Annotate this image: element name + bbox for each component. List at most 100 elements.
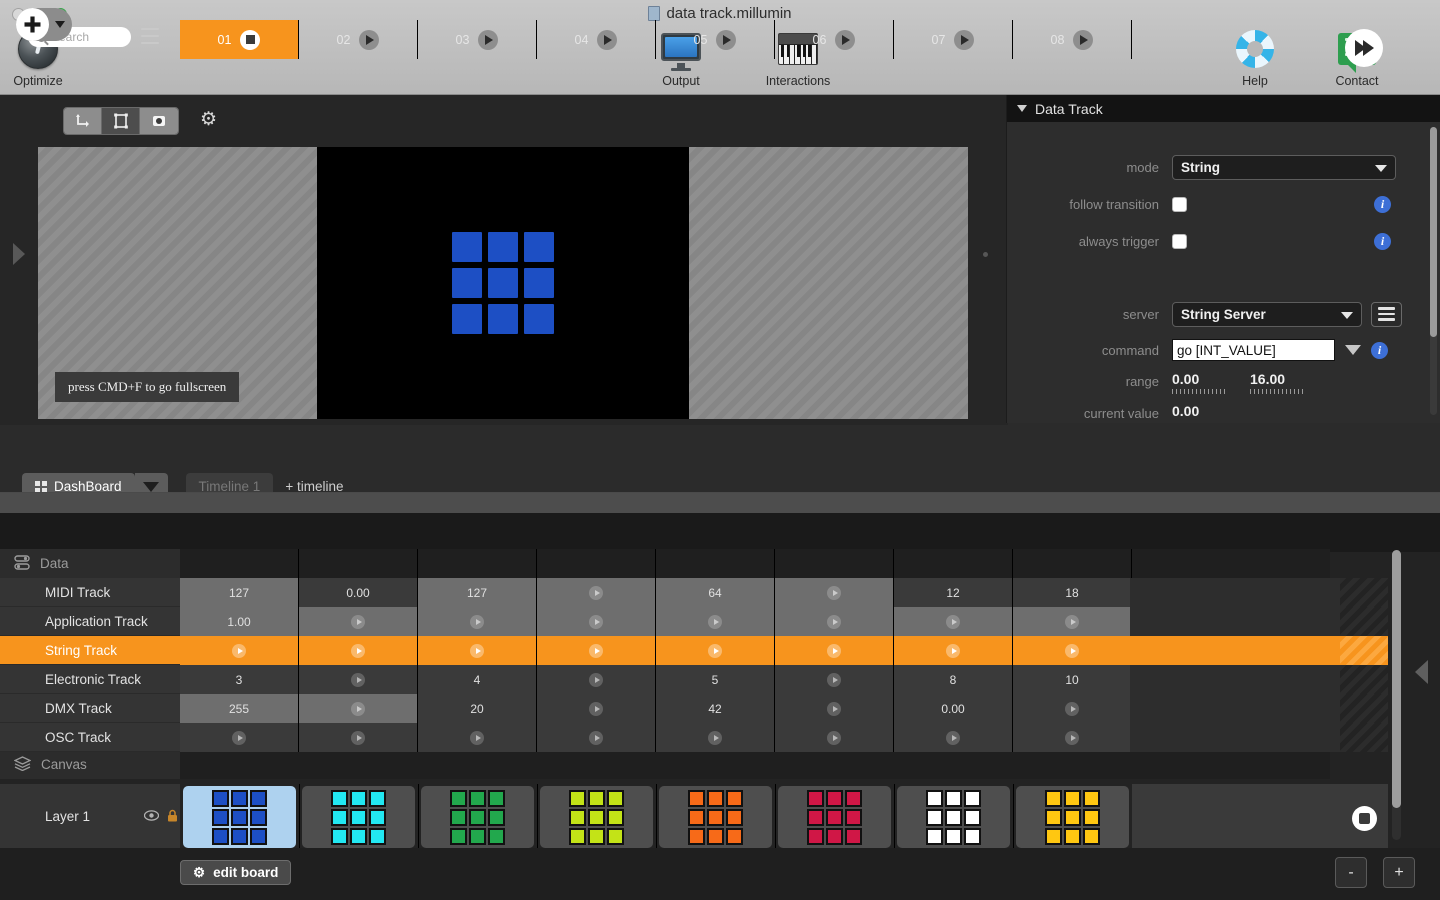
- column-header-01[interactable]: 01: [180, 20, 299, 59]
- board-scroll-thumb[interactable]: [1392, 550, 1401, 808]
- cell-string-track-05[interactable]: [656, 636, 775, 665]
- mask-tool-icon[interactable]: [140, 108, 178, 134]
- cell-midi-track-04[interactable]: [537, 578, 656, 607]
- track-label-midi-track[interactable]: MIDI Track: [0, 578, 180, 607]
- command-dropdown-arrow-icon[interactable]: [1345, 345, 1361, 355]
- column-header-04[interactable]: 04: [537, 20, 656, 59]
- cell-application-track-05[interactable]: [656, 607, 775, 636]
- layer-thumbnail-02[interactable]: [300, 784, 417, 850]
- toolbar-item-help[interactable]: Help: [1200, 28, 1310, 88]
- inspector-header[interactable]: Data Track: [1007, 95, 1440, 122]
- follow-transition-checkbox[interactable]: [1172, 196, 1187, 212]
- cell-electronic-track-06[interactable]: [775, 665, 894, 694]
- cell-osc-track-03[interactable]: [418, 723, 537, 752]
- zoom-in-button[interactable]: +: [1383, 857, 1415, 888]
- column-header-08[interactable]: 08: [1013, 20, 1132, 59]
- cell-application-track-04[interactable]: [537, 607, 656, 636]
- cell-application-track-03[interactable]: [418, 607, 537, 636]
- group-header-data[interactable]: Data: [0, 549, 180, 578]
- cell-string-track-06[interactable]: [775, 636, 894, 665]
- command-input[interactable]: go [INT_VALUE]: [1172, 339, 1335, 361]
- play-icon[interactable]: [954, 29, 975, 50]
- play-icon[interactable]: [1073, 29, 1094, 50]
- board-scrollbar[interactable]: [1392, 550, 1401, 840]
- inspector-scrollbar[interactable]: [1430, 127, 1437, 415]
- layer-thumbnail-01[interactable]: [181, 784, 298, 850]
- track-label-dmx-track[interactable]: DMX Track: [0, 694, 180, 723]
- board-list-menu-icon[interactable]: [141, 28, 159, 44]
- cell-electronic-track-07[interactable]: 8: [894, 665, 1013, 694]
- cell-electronic-track-05[interactable]: 5: [656, 665, 775, 694]
- add-button[interactable]: [16, 8, 72, 41]
- cell-dmx-track-01[interactable]: 255: [180, 694, 299, 723]
- cell-dmx-track-03[interactable]: 20: [418, 694, 537, 723]
- zoom-out-button[interactable]: -: [1335, 857, 1367, 888]
- right-panel-expand-arrow[interactable]: [1415, 660, 1428, 684]
- cell-application-track-02[interactable]: [299, 607, 418, 636]
- cell-dmx-track-08[interactable]: [1013, 694, 1132, 723]
- stop-icon[interactable]: [240, 29, 261, 50]
- record-stop-button[interactable]: [1352, 806, 1377, 831]
- mode-dropdown[interactable]: String: [1172, 154, 1396, 180]
- cell-osc-track-02[interactable]: [299, 723, 418, 752]
- cell-midi-track-08[interactable]: 18: [1013, 578, 1132, 607]
- cell-midi-track-03[interactable]: 127: [418, 578, 537, 607]
- column-header-07[interactable]: 07: [894, 20, 1013, 59]
- layer-row-label[interactable]: Layer 1: [0, 784, 180, 850]
- stage-settings-gear-icon[interactable]: ⚙: [200, 110, 217, 130]
- cell-string-track-03[interactable]: [418, 636, 537, 665]
- play-icon[interactable]: [716, 29, 737, 50]
- cell-electronic-track-01[interactable]: 3: [180, 665, 299, 694]
- transform-tool-icon[interactable]: [64, 108, 102, 134]
- layer-thumbnail-04[interactable]: [538, 784, 655, 850]
- track-label-osc-track[interactable]: OSC Track: [0, 723, 180, 752]
- inspector-scroll-thumb[interactable]: [1430, 127, 1437, 337]
- cell-electronic-track-02[interactable]: [299, 665, 418, 694]
- cell-dmx-track-04[interactable]: [537, 694, 656, 723]
- cell-application-track-01[interactable]: 1.00: [180, 607, 299, 636]
- layer-thumbnail-05[interactable]: [657, 784, 774, 850]
- edit-board-button[interactable]: ⚙ edit board: [180, 860, 292, 885]
- cell-osc-track-07[interactable]: [894, 723, 1013, 752]
- play-icon[interactable]: [478, 29, 499, 50]
- layer-thumbnail-07[interactable]: [895, 784, 1012, 850]
- cell-dmx-track-05[interactable]: 42: [656, 694, 775, 723]
- cell-string-track-02[interactable]: [299, 636, 418, 665]
- chevron-down-icon[interactable]: [55, 21, 65, 28]
- crop-tool-icon[interactable]: [102, 108, 140, 134]
- cell-electronic-track-03[interactable]: 4: [418, 665, 537, 694]
- info-icon[interactable]: i: [1371, 341, 1388, 359]
- cell-dmx-track-06[interactable]: [775, 694, 894, 723]
- track-label-electronic-track[interactable]: Electronic Track: [0, 665, 180, 694]
- cell-dmx-track-07[interactable]: 0.00: [894, 694, 1013, 723]
- always-trigger-checkbox[interactable]: [1172, 233, 1187, 249]
- cell-application-track-08[interactable]: [1013, 607, 1132, 636]
- cell-application-track-06[interactable]: [775, 607, 894, 636]
- range-min-field[interactable]: 0.00: [1172, 371, 1227, 394]
- disclosure-triangle-icon[interactable]: [1017, 105, 1027, 112]
- cell-midi-track-07[interactable]: 12: [894, 578, 1013, 607]
- eye-icon[interactable]: [143, 809, 160, 824]
- play-icon[interactable]: [359, 29, 380, 50]
- cell-string-track-07[interactable]: [894, 636, 1013, 665]
- cell-osc-track-01[interactable]: [180, 723, 299, 752]
- range-max-field[interactable]: 16.00: [1250, 371, 1305, 394]
- cell-string-track-04[interactable]: [537, 636, 656, 665]
- stage-tool-group[interactable]: [63, 107, 179, 135]
- server-menu-button[interactable]: [1371, 301, 1402, 327]
- layer-thumbnail-08[interactable]: [1014, 784, 1131, 850]
- cell-midi-track-06[interactable]: [775, 578, 894, 607]
- play-icon[interactable]: [835, 29, 856, 50]
- column-header-06[interactable]: 06: [775, 20, 894, 59]
- cell-electronic-track-04[interactable]: [537, 665, 656, 694]
- lock-icon[interactable]: [167, 809, 178, 825]
- cell-application-track-07[interactable]: [894, 607, 1013, 636]
- layer-thumbnail-06[interactable]: [776, 784, 893, 850]
- layer-thumbnail-03[interactable]: [419, 784, 536, 850]
- cell-string-track-08[interactable]: [1013, 636, 1132, 665]
- track-label-string-track[interactable]: String Track: [0, 636, 180, 665]
- fast-forward-button[interactable]: [1345, 29, 1383, 67]
- cell-string-track-01[interactable]: [180, 636, 299, 665]
- cell-dmx-track-02[interactable]: [299, 694, 418, 723]
- play-icon[interactable]: [597, 29, 618, 50]
